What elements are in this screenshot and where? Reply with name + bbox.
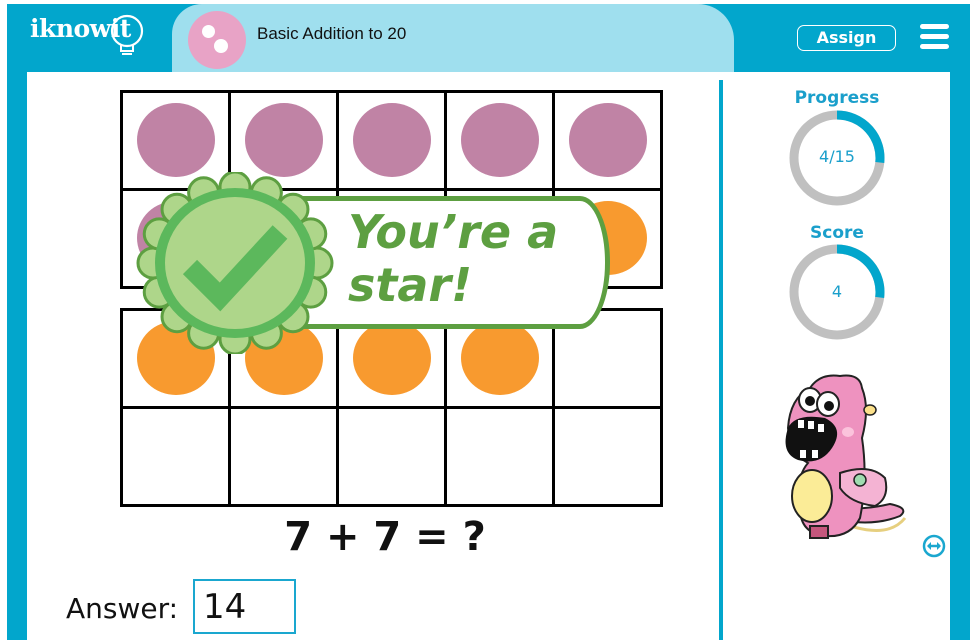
checkmark-seal-icon — [136, 172, 334, 354]
hamburger-menu-icon[interactable] — [920, 24, 949, 49]
swap-horizontal-icon[interactable] — [922, 534, 946, 558]
ten-frame-cell — [555, 409, 660, 504]
lightbulb-icon — [110, 14, 144, 55]
topic-icon — [188, 11, 246, 69]
ten-frame-cell — [447, 93, 552, 188]
orange-counter — [461, 321, 539, 395]
ten-frame-cell — [339, 93, 444, 188]
answer-input[interactable] — [193, 579, 296, 634]
assign-button[interactable]: Assign — [797, 25, 896, 51]
purple-counter — [137, 103, 215, 177]
answer-label: Answer: — [66, 592, 179, 625]
score-title: Score — [810, 223, 864, 243]
progress-value: 4/15 — [819, 147, 855, 166]
purple-counter — [245, 103, 323, 177]
purple-counter — [461, 103, 539, 177]
feedback-line-2: star! — [348, 258, 473, 312]
feedback-message: You’re a star! — [348, 206, 558, 312]
ten-frame-cell — [231, 409, 336, 504]
orange-counter — [353, 321, 431, 395]
ten-frame-cell — [447, 409, 552, 504]
topic-title: Basic Addition to 20 — [257, 24, 407, 43]
pink-monster-mascot — [785, 374, 907, 539]
purple-counter — [569, 103, 647, 177]
feedback-line-1: You’re a — [348, 205, 559, 259]
equation: 7 + 7 = ? — [284, 514, 486, 560]
ten-frame-cell — [123, 409, 228, 504]
score-value: 4 — [831, 282, 843, 301]
ten-frame-cell — [555, 93, 660, 188]
purple-counter — [353, 103, 431, 177]
progress-title: Progress — [794, 88, 880, 108]
ten-frame-cell — [339, 409, 444, 504]
